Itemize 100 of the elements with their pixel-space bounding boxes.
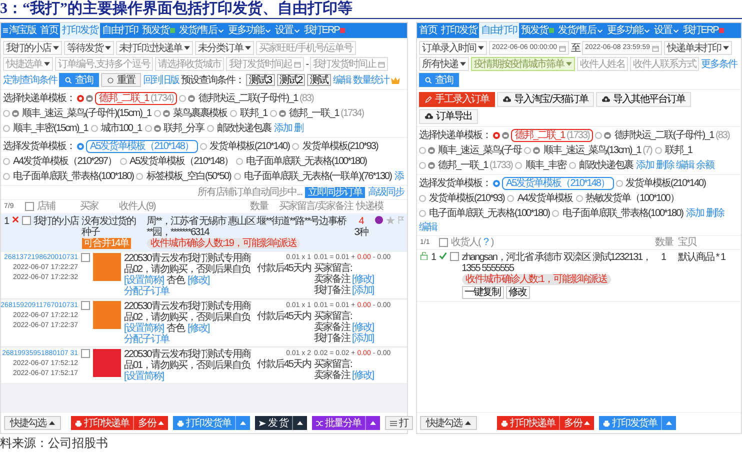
template-option[interactable]: 顺丰_速运_菜鸟(子母件)(15cm)_1	[21, 107, 152, 120]
template-option[interactable]: 热敏发货单（100*100）	[584, 192, 680, 205]
copies-button[interactable]: 多份	[559, 416, 594, 430]
template-option[interactable]: 邮政快递包裹	[216, 122, 272, 135]
radio-button[interactable]	[292, 143, 300, 150]
dropdown[interactable]: 未分类订单	[195, 41, 254, 55]
input-field[interactable]: 收件人联系方式	[630, 57, 699, 71]
text-link[interactable]: [添加]	[352, 285, 374, 296]
template-link[interactable]: 添加	[274, 123, 292, 134]
template-option[interactable]: 电子面单底联_无表格(一联单)(76*130)	[242, 170, 392, 183]
checkbox[interactable]	[81, 253, 90, 262]
text-link[interactable]: [设置简称]	[124, 275, 164, 286]
radio-button[interactable]	[3, 158, 10, 165]
edit-button[interactable]: 修改	[506, 286, 530, 299]
nav-tab[interactable]: 自由打印	[479, 23, 519, 38]
radio-button[interactable]	[3, 110, 10, 117]
radio-button[interactable]	[552, 210, 560, 217]
radio-button[interactable]	[77, 143, 84, 150]
template-link[interactable]: 删除	[706, 208, 724, 219]
radio-button[interactable]	[419, 195, 426, 202]
radio-button[interactable]	[77, 95, 84, 102]
radio-button[interactable]	[524, 147, 532, 154]
radio-button[interactable]	[200, 143, 206, 150]
template-option[interactable]: 联邦_分享	[162, 122, 206, 135]
help-link[interactable]: ?	[483, 237, 488, 248]
template-option[interactable]: 顺丰_丰密(15cm)_1	[12, 122, 89, 135]
advanced-sync-link[interactable]: 高级同步	[368, 187, 404, 198]
preset-chip[interactable]: 测试	[307, 74, 332, 86]
nav-tab[interactable]: 打印发货	[439, 23, 479, 38]
text-link[interactable]: [修改]	[352, 274, 374, 285]
template-link[interactable]: 添加	[636, 160, 654, 171]
close-icon[interactable]	[12, 216, 19, 223]
nav-tab[interactable]: 我打ERP	[680, 23, 726, 38]
template-option[interactable]: 发货单模板(210*140)	[208, 140, 290, 153]
radio-button[interactable]	[419, 162, 426, 169]
text-link[interactable]: 分配子订单	[124, 334, 169, 345]
action-button[interactable]: 打印发货单	[599, 416, 661, 430]
template-link[interactable]: 添	[394, 171, 404, 182]
nav-tab[interactable]: 设置	[652, 23, 681, 38]
radio-button[interactable]	[515, 162, 522, 169]
split-button[interactable]: 发 货	[255, 416, 307, 430]
action-button[interactable]: 发 货	[255, 416, 292, 430]
radio-button[interactable]	[493, 180, 500, 187]
radio-button[interactable]	[270, 110, 278, 117]
action-button[interactable]: 打	[384, 416, 413, 430]
text-link[interactable]: [修改]	[188, 323, 210, 334]
text-link[interactable]: [添加]	[352, 333, 374, 344]
radio-button[interactable]	[595, 132, 602, 139]
dropdown[interactable]: 所有快递	[419, 57, 469, 71]
copies-button[interactable]: 多份	[133, 416, 168, 430]
action-button[interactable]: 打印快递单	[71, 416, 133, 430]
nav-tab[interactable]: 预发货	[140, 23, 177, 38]
radio-button[interactable]	[179, 95, 186, 102]
template-option[interactable]: 电子面单底联_带表格(100*180)	[561, 207, 684, 220]
template-option[interactable]: 标签模板_空白(50*50)	[145, 170, 232, 183]
dropdown[interactable]: 快递单未打印	[664, 41, 732, 55]
sync-button[interactable]: 立即同步订单	[305, 187, 365, 198]
template-option[interactable]: 顺丰_速运_菜鸟(子母	[437, 144, 522, 157]
preset-chip[interactable]: 测试3	[246, 74, 275, 86]
checkbox[interactable]	[81, 349, 90, 358]
dropdown[interactable]: 我打的小店	[3, 41, 62, 55]
dropdown[interactable]: 订单录入时间	[419, 41, 487, 55]
nav-tab[interactable]: 发货/售后	[177, 23, 226, 38]
radio-button[interactable]	[230, 110, 238, 117]
more-link[interactable]: 更多条件	[701, 58, 737, 70]
dropdown[interactable]: 疫情期按疫情城市筛单	[471, 57, 575, 71]
action-button[interactable]: 打印发货单	[173, 416, 235, 430]
template-option[interactable]: 德邦_一联_1 (1733)	[437, 159, 514, 172]
radio-button[interactable]	[136, 173, 144, 180]
import-button[interactable]: 订单导出	[419, 109, 478, 124]
input-field[interactable]: 订单编号,支持多个逗号	[55, 57, 153, 71]
quick-select-button[interactable]: 快捷勾选	[4, 416, 61, 430]
nav-tab[interactable]: 预发货	[519, 23, 556, 38]
search-button[interactable]: 查询	[419, 73, 459, 87]
template-option[interactable]: 德邦快运_二联(子母件)_1 (83)	[197, 92, 314, 105]
text-link[interactable]: 回到旧版	[143, 74, 179, 86]
radio-button[interactable]	[120, 158, 126, 165]
template-option[interactable]: 联邦_1	[239, 107, 268, 120]
text-link[interactable]: [设置简称]	[124, 371, 164, 382]
split-button[interactable]: 打印快递单 多份	[71, 416, 168, 430]
radio-button[interactable]	[236, 158, 243, 165]
nav-tab[interactable]: 设置	[272, 23, 302, 38]
radio-button[interactable]	[154, 110, 162, 117]
template-option[interactable]: 城市100_1	[100, 122, 143, 135]
nav-tab[interactable]: 自由打印	[100, 23, 140, 38]
template-link[interactable]: 添加	[686, 208, 704, 219]
radio-button[interactable]	[576, 195, 583, 202]
template-option[interactable]: 发货单模板(210*140)	[624, 177, 706, 190]
radio-button[interactable]	[616, 180, 622, 187]
template-option[interactable]: A4发货单模板	[516, 192, 574, 205]
nav-tab[interactable]: 更多功能	[604, 23, 652, 38]
import-button[interactable]: 导入淘宝/天猫订单	[497, 92, 594, 107]
text-link[interactable]: [修改]	[352, 370, 374, 381]
radio-button[interactable]	[654, 147, 662, 154]
reset-button[interactable]: 重置	[101, 73, 141, 87]
checkbox[interactable]	[450, 252, 459, 261]
template-option[interactable]: A5发货单模板（210*148）	[128, 155, 234, 168]
nav-tab[interactable]: 发货/售后	[556, 23, 605, 38]
dropdown[interactable]: 等待发货	[64, 41, 114, 55]
checkbox[interactable]	[25, 202, 34, 211]
